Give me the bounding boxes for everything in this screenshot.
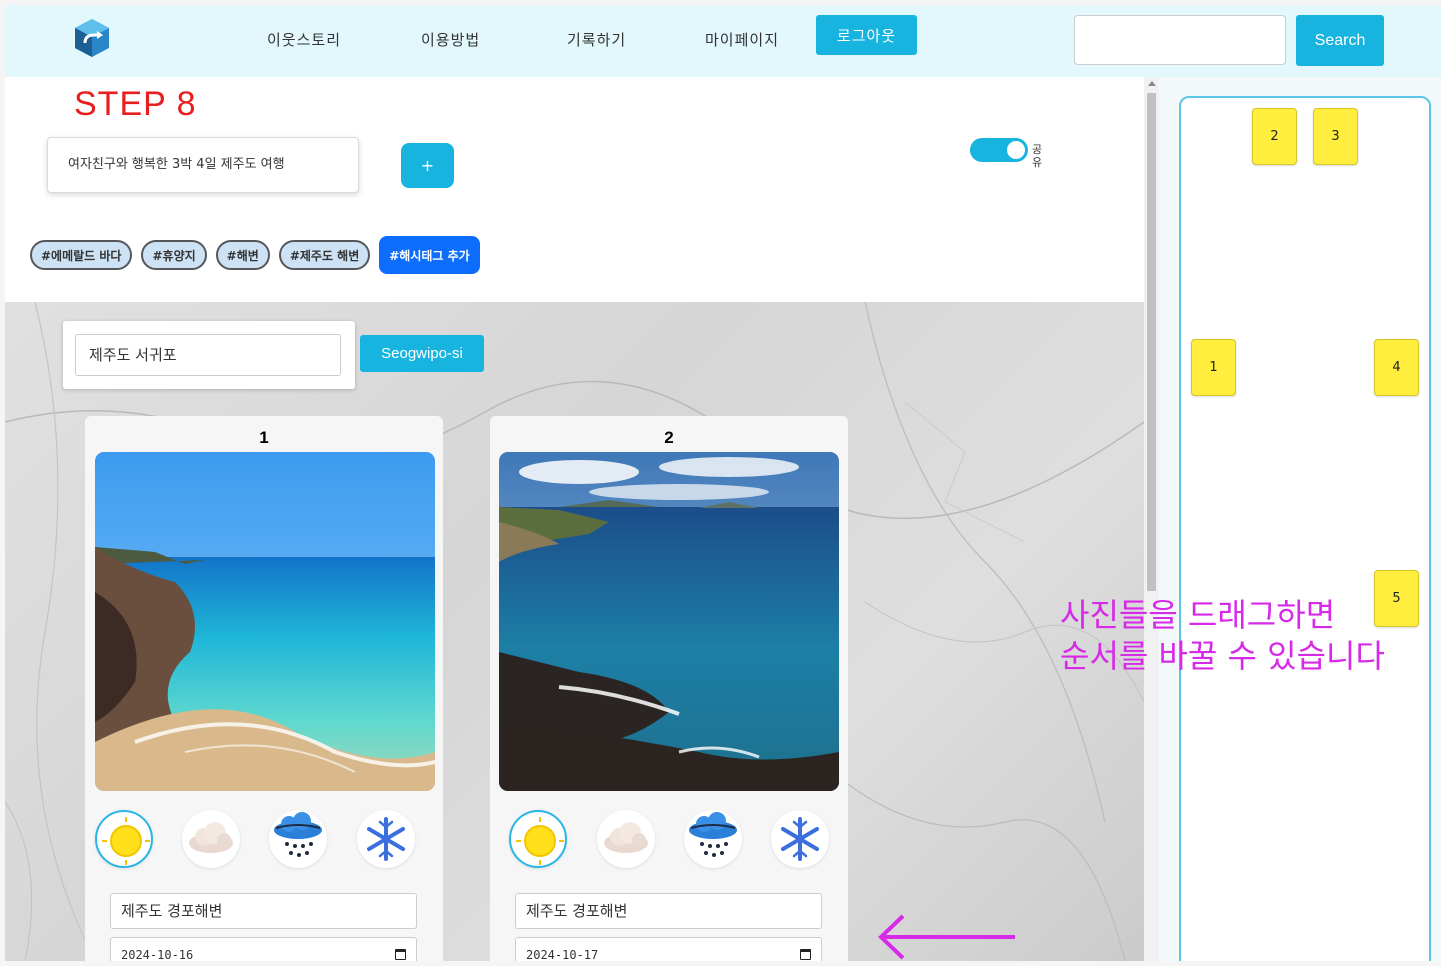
nav-link-mypage[interactable]: 마이페이지	[705, 29, 779, 50]
rain-icon[interactable]	[269, 810, 327, 868]
date-value: 2024-10-17	[526, 948, 599, 961]
calendar-icon[interactable]	[395, 949, 406, 960]
snowflake-icon[interactable]	[771, 810, 829, 868]
nav-link-how-to-use[interactable]: 이용방법	[421, 29, 480, 50]
order-note[interactable]: 3	[1313, 108, 1358, 165]
calendar-icon[interactable]	[800, 949, 811, 960]
photo-board: 제주도 서귀포 Seogwipo-si 1 제주도 경포해변 2024-10-1…	[5, 302, 1144, 961]
left-arrow-icon	[878, 914, 1015, 960]
cloud-icon[interactable]	[182, 810, 240, 868]
snowflake-icon[interactable]	[357, 810, 415, 868]
card-number: 1	[259, 428, 269, 447]
hashtag-chip[interactable]: #해변	[215, 240, 270, 270]
location-search-panel: 제주도 서귀포	[63, 321, 355, 389]
add-hashtag-button[interactable]: #해시태그 추가	[379, 236, 480, 274]
drag-hint-line: 사진들을 드래그하면	[1060, 596, 1336, 634]
scroll-thumb[interactable]	[1147, 93, 1156, 591]
trip-title-input[interactable]: 여자친구와 행복한 3박 4일 제주도 여행	[47, 137, 359, 193]
logout-button[interactable]: 로그아웃	[816, 15, 917, 55]
photo-card[interactable]: 2 제주도 경포해변 2024-10-17	[490, 416, 848, 961]
drag-hint: 사진들을 드래그하면 순서를 바꿀 수 있습니다	[1060, 595, 1430, 677]
scroll-up-icon[interactable]	[1148, 81, 1156, 86]
search-button[interactable]: Search	[1296, 15, 1384, 66]
step-title: STEP 8	[74, 85, 197, 123]
drag-hint-line: 순서를 바꿀 수 있습니다	[1060, 637, 1385, 675]
order-note[interactable]: 4	[1374, 339, 1419, 396]
share-label: 공유	[1032, 143, 1043, 169]
order-note[interactable]: 1	[1191, 339, 1236, 396]
main-scrollbar[interactable]	[1144, 77, 1159, 961]
photo-card[interactable]: 1 제주도 경포해변 2024-10-16	[85, 416, 443, 961]
place-name-input[interactable]: 제주도 경포해변	[515, 893, 822, 929]
order-note[interactable]: 2	[1252, 108, 1297, 165]
toggle-knob	[1007, 141, 1025, 159]
app-frame: 이웃스토리 이용방법 기록하기 마이페이지 로그아웃 Search STEP 8…	[5, 5, 1441, 961]
weather-selector	[500, 810, 840, 870]
location-result-button[interactable]: Seogwipo-si	[360, 335, 484, 372]
hashtag-list: #에메랄드 바다 #휴양지 #해변 #제주도 해변 #해시태그 추가	[30, 236, 480, 274]
coastline-photo[interactable]	[499, 452, 839, 791]
rain-icon[interactable]	[684, 810, 742, 868]
nav-link-record[interactable]: 기록하기	[567, 29, 626, 50]
hashtag-chip[interactable]: #휴양지	[141, 240, 207, 270]
share-toggle[interactable]	[970, 138, 1028, 162]
weather-selector	[95, 810, 435, 870]
location-input[interactable]: 제주도 서귀포	[75, 334, 341, 376]
date-input[interactable]: 2024-10-17	[515, 937, 822, 961]
beach-photo[interactable]	[95, 452, 435, 791]
top-navbar: 이웃스토리 이용방법 기록하기 마이페이지 로그아웃 Search	[5, 5, 1441, 77]
date-input[interactable]: 2024-10-16	[110, 937, 417, 961]
card-number: 2	[664, 428, 674, 447]
place-name-input[interactable]: 제주도 경포해변	[110, 893, 417, 929]
cloud-icon[interactable]	[597, 810, 655, 868]
search-input[interactable]	[1074, 15, 1286, 65]
sun-icon[interactable]	[509, 810, 567, 868]
order-panel	[1179, 96, 1431, 961]
hashtag-chip[interactable]: #제주도 해변	[278, 240, 371, 270]
nav-link-neighbor-story[interactable]: 이웃스토리	[267, 29, 341, 50]
logo-icon[interactable]	[73, 17, 111, 59]
date-value: 2024-10-16	[121, 948, 194, 961]
hashtag-chip[interactable]: #에메랄드 바다	[30, 240, 133, 270]
add-button[interactable]: +	[401, 143, 454, 188]
sun-icon[interactable]	[95, 810, 153, 868]
